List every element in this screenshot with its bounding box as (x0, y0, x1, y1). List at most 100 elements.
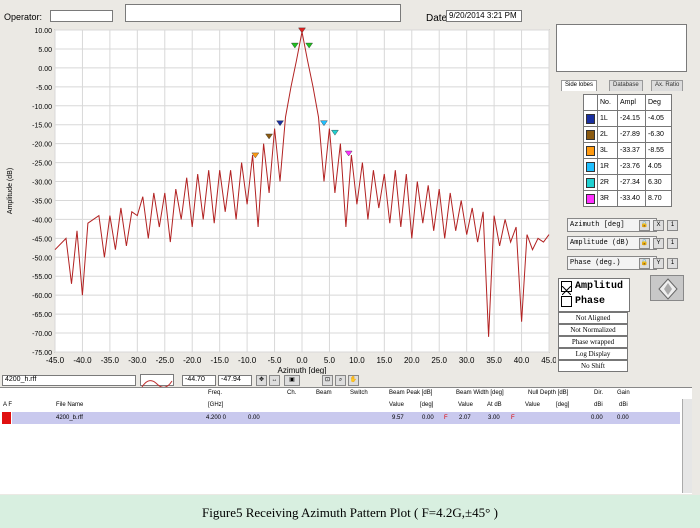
notes-box[interactable] (556, 24, 687, 72)
move-icon[interactable]: ✥ (256, 375, 267, 386)
col-null-deg: [deg] (556, 402, 570, 408)
col-dir: Dir. (594, 390, 603, 396)
row-color-flag (2, 412, 11, 424)
row-file-name: 4200_b.rff (56, 415, 83, 421)
scale-x-icon[interactable]: 1 (667, 220, 678, 231)
x-tick-label: -35.0 (101, 356, 120, 365)
zoom-region-icon[interactable]: ⊡ (322, 375, 333, 386)
sidelobe-deg: 4.05 (645, 158, 672, 175)
row-flag-1: F (444, 415, 448, 421)
sidelobe-row[interactable]: 2R -27.34 6.30 (583, 174, 672, 191)
x-tick-label: 30.0 (459, 356, 475, 365)
scale-y-icon[interactable]: 1 (667, 258, 678, 269)
sidelobe-no: 2R (597, 174, 618, 191)
x-tick-label: 40.0 (514, 356, 530, 365)
azimuth-plot[interactable]: -45.0 -40.0 -35.0 -30.0 -25.0 -20.0 -15.0 -10.0… (0, 24, 556, 374)
phase-checkbox[interactable] (561, 296, 572, 307)
option-no-shift[interactable]: No Shift (558, 360, 628, 372)
col-freq: Freq. (208, 390, 223, 396)
sidelobe-ampl: -23.76 (617, 158, 646, 175)
sidelobe-no: 2L (597, 126, 618, 143)
y-tick-label: -30.00 (32, 180, 52, 187)
sidelobe-row[interactable]: 1R -23.76 4.05 (583, 158, 672, 175)
sidelobe-no: 1R (597, 158, 618, 175)
tab-side-lobes[interactable]: Side lobes (561, 80, 598, 91)
x-tick-label: -10.0 (238, 356, 257, 365)
option-log-display[interactable]: Log Display (558, 348, 628, 360)
zoom-y-icon[interactable]: Y (653, 238, 664, 249)
sidelobe-color-swatch (586, 177, 595, 188)
x-tick-label: -20.0 (183, 356, 202, 365)
amplitude-checkbox[interactable] (561, 281, 572, 296)
y-tick-label: -5.00 (36, 85, 52, 92)
comment-input[interactable] (125, 4, 401, 22)
zoom-x-icon[interactable]: X (653, 220, 664, 231)
y-tick-label: 5.00 (38, 47, 52, 54)
tab-database[interactable]: Database (609, 80, 643, 91)
grid-scrollbar[interactable] (682, 399, 692, 493)
col-ampl: Ampl (617, 94, 646, 111)
cursor-x-field[interactable]: -44.70 (182, 375, 216, 386)
sidelobe-row[interactable]: 2L -27.89 -6.30 (583, 126, 672, 143)
x-tick-label: 0.0 (296, 356, 308, 365)
x-tick-label: -40.0 (73, 356, 92, 365)
row-bw-atdb: 3.00 (488, 415, 500, 421)
sidelobe-row[interactable]: 3R -33.40 8.70 (583, 190, 672, 207)
operator-input[interactable] (50, 10, 113, 22)
sidelobe-deg: 8.70 (645, 190, 672, 207)
tab-ax-ratio[interactable]: Ax. Ratio (651, 80, 684, 91)
option-not-normalized[interactable]: Not Normalized (558, 324, 628, 336)
camera-icon[interactable]: ▣ (284, 375, 300, 386)
lock-icon[interactable]: 🔒 (639, 238, 650, 249)
lock-icon[interactable]: 🔒 (639, 258, 650, 269)
date-value: 9/20/2014 3:21 PM (446, 10, 522, 22)
option-phase-wrapped[interactable]: Phase wrapped (558, 336, 628, 348)
x-tick-label: 15.0 (377, 356, 393, 365)
figure-caption: Figure5 Receiving Azimuth Pattern Plot (… (202, 505, 498, 520)
pan-icon[interactable]: ✋ (348, 375, 359, 386)
col-dir-unit: dBi (594, 402, 603, 408)
cursor-y-field[interactable]: -47.94 (218, 375, 252, 386)
x-tick-label: 35.0 (486, 356, 502, 365)
y-tick-label: 0.00 (38, 66, 52, 73)
sidelobe-deg: -6.30 (645, 126, 672, 143)
y-tick-label: -20.00 (32, 142, 52, 149)
col-beam-width: Beam Width [deg] (456, 390, 504, 396)
sidelobe-ampl: -27.89 (617, 126, 646, 143)
navigation-pad-icon[interactable] (650, 275, 684, 301)
magnify-icon[interactable]: ⌕ (335, 375, 346, 386)
sidelobe-row[interactable]: 1L -24.15 -4.05 (583, 110, 672, 127)
sidelobe-row[interactable]: 3L -33.37 -8.55 (583, 142, 672, 159)
col-beam-peak: Beam Peak [dB] (389, 390, 433, 396)
col-switch: Switch (350, 390, 368, 396)
col-bw-value: Value (458, 402, 473, 408)
file-field[interactable]: 4200_h.rff (2, 375, 136, 386)
sidelobe-deg: -8.55 (645, 142, 672, 159)
zoom-y-icon[interactable]: Y (653, 258, 664, 269)
scale-y-icon[interactable]: 1 (667, 238, 678, 249)
x-tick-label: 5.0 (324, 356, 336, 365)
resize-icon[interactable]: ↔ (269, 375, 280, 386)
x-axis-label: Azimuth [deg] (278, 366, 327, 374)
col-deg: Deg (645, 94, 672, 111)
sidelobe-no: 3L (597, 142, 618, 159)
y-tick-label: -35.00 (32, 198, 52, 205)
sidelobe-color-swatch (586, 193, 595, 204)
row-flag-2: F (511, 415, 515, 421)
x-tick-label: 45.0 (541, 356, 556, 365)
col-beam: Beam (316, 390, 332, 396)
x-tick-label: -45.0 (46, 356, 65, 365)
sidelobe-ampl: -24.15 (617, 110, 646, 127)
sidelobe-ampl: -33.40 (617, 190, 646, 207)
y-tick-label: -45.00 (32, 236, 52, 243)
x-tick-label: 25.0 (431, 356, 447, 365)
option-not-aligned[interactable]: Not Aligned (558, 312, 628, 324)
table-row[interactable] (12, 412, 680, 424)
col-ch: Ch. (287, 390, 297, 396)
amplitude-check-label: Amplitud (575, 281, 624, 292)
row-ch: 0.00 (248, 415, 260, 421)
sidelobe-deg: 6.30 (645, 174, 672, 191)
y-tick-label: 10.00 (34, 28, 52, 35)
sidelobe-color-swatch (586, 129, 595, 140)
lock-icon[interactable]: 🔒 (639, 220, 650, 231)
